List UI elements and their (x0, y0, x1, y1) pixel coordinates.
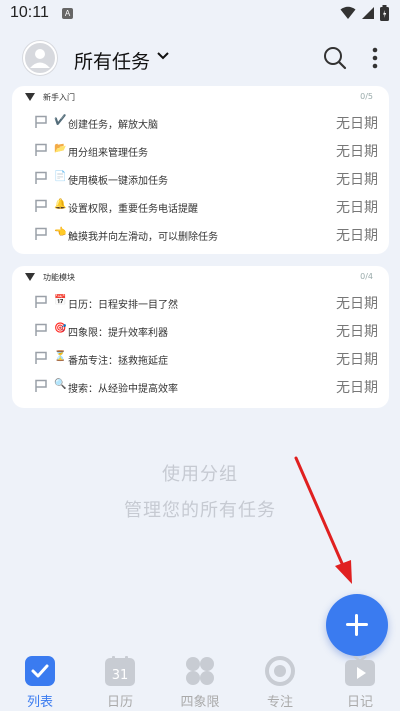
collapse-triangle-icon[interactable] (25, 93, 35, 101)
battery-icon (380, 5, 389, 21)
task-group-card: 新手入门 0/5 ✔️ 创建任务，解放大脑 无日期 📂 用分组来管理任务 无日期… (12, 86, 389, 254)
search-icon[interactable] (322, 45, 348, 71)
flag-icon[interactable] (34, 379, 48, 393)
flag-icon[interactable] (34, 323, 48, 337)
task-emoji: ✔️ (54, 115, 67, 126)
task-group-card: 功能模块 0/4 📅 日历：日程安排一目了然 无日期 🎯 四象限：提升效率利器 … (12, 266, 389, 408)
task-emoji: 📅 (54, 295, 67, 306)
calendar-day: 31 (112, 668, 129, 683)
task-date: 无日期 (336, 380, 378, 396)
nav-label: 四象限 (180, 695, 220, 710)
task-label: 触摸我并向左滑动，可以删除任务 (68, 232, 218, 243)
nav-item-calendar[interactable]: 31 日历 (80, 650, 160, 711)
group-header[interactable]: 新手入门 0/5 (12, 86, 389, 108)
task-date: 无日期 (336, 352, 378, 368)
task-label: 日历：日程安排一目了然 (68, 300, 178, 311)
task-item[interactable]: 🎯 四象限：提升效率利器 无日期 (12, 316, 389, 344)
group-header[interactable]: 功能模块 0/4 (12, 266, 389, 288)
collapse-triangle-icon[interactable] (25, 273, 35, 281)
more-vertical-icon[interactable] (368, 45, 382, 71)
nav-item-quadrant[interactable]: 四象限 (160, 650, 240, 711)
flag-icon[interactable] (34, 199, 48, 213)
group-count: 0/5 (360, 92, 373, 101)
flag-icon[interactable] (34, 351, 48, 365)
task-date: 无日期 (336, 116, 378, 132)
task-date: 无日期 (336, 144, 378, 160)
task-emoji: 📂 (54, 143, 67, 154)
nav-label: 日记 (346, 695, 373, 710)
flag-icon[interactable] (34, 295, 48, 309)
task-emoji: 🎯 (54, 323, 67, 334)
app-header: 所有任务 (0, 34, 400, 84)
task-date: 无日期 (336, 296, 378, 312)
task-date: 无日期 (336, 172, 378, 188)
task-label: 用分组来管理任务 (68, 148, 148, 159)
group-count: 0/4 (360, 272, 373, 281)
task-date: 无日期 (336, 324, 378, 340)
notification-icon: A (62, 8, 73, 19)
task-item[interactable]: ✔️ 创建任务，解放大脑 无日期 (12, 108, 389, 136)
bottom-nav: 列表 31 日历 四象限 专注 日记 (0, 650, 400, 711)
task-item[interactable]: 📅 日历：日程安排一目了然 无日期 (12, 288, 389, 316)
task-item[interactable]: ⏳ 番茄专注：拯救拖延症 无日期 (12, 344, 389, 372)
user-icon (23, 41, 57, 75)
task-emoji: 📄 (54, 171, 67, 182)
annotation-arrow-icon (294, 456, 352, 584)
flag-icon[interactable] (34, 143, 48, 157)
task-date: 无日期 (336, 228, 378, 244)
task-item[interactable]: 📂 用分组来管理任务 无日期 (12, 136, 389, 164)
task-item[interactable]: 📄 使用模板一键添加任务 无日期 (12, 164, 389, 192)
task-label: 番茄专注：拯救拖延症 (68, 356, 168, 367)
chevron-down-icon[interactable] (156, 49, 170, 63)
task-emoji: 🔔 (54, 199, 67, 210)
diary-icon (345, 656, 375, 686)
flag-icon[interactable] (34, 115, 48, 129)
task-label: 创建任务，解放大脑 (68, 120, 158, 131)
quadrant-icon (186, 657, 214, 685)
nav-label: 专注 (266, 695, 293, 710)
status-time: 10:11 (10, 4, 49, 21)
list-check-icon (25, 656, 55, 686)
add-task-button[interactable] (326, 594, 388, 656)
task-label: 四象限：提升效率利器 (68, 328, 168, 339)
wifi-icon (340, 6, 356, 19)
nav-item-focus[interactable]: 专注 (240, 650, 320, 711)
task-emoji: 👈 (54, 227, 67, 238)
signal-icon (362, 7, 374, 19)
task-item[interactable]: 👈 触摸我并向左滑动，可以删除任务 无日期 (12, 220, 389, 248)
flag-icon[interactable] (34, 227, 48, 241)
nav-label: 列表 (26, 695, 53, 710)
task-item[interactable]: 🔔 设置权限，重要任务电话提醒 无日期 (12, 192, 389, 220)
task-emoji: 🔍 (54, 379, 67, 390)
avatar[interactable] (22, 40, 58, 76)
task-label: 使用模板一键添加任务 (68, 176, 168, 187)
page-title[interactable]: 所有任务 (74, 47, 150, 74)
group-name: 功能模块 (43, 273, 75, 282)
nav-label: 日历 (106, 695, 133, 710)
group-name: 新手入门 (43, 93, 75, 102)
focus-icon (265, 656, 295, 686)
flag-icon[interactable] (34, 171, 48, 185)
status-bar: 10:11 A (0, 0, 400, 28)
task-date: 无日期 (336, 200, 378, 216)
calendar-icon: 31 (105, 656, 135, 686)
task-label: 设置权限，重要任务电话提醒 (68, 204, 198, 215)
nav-item-list[interactable]: 列表 (0, 650, 80, 711)
task-item[interactable]: 🔍 搜索：从经验中提高效率 无日期 (12, 372, 389, 400)
task-emoji: ⏳ (54, 351, 67, 362)
nav-item-diary[interactable]: 日记 (320, 650, 400, 711)
task-label: 搜索：从经验中提高效率 (68, 384, 178, 395)
